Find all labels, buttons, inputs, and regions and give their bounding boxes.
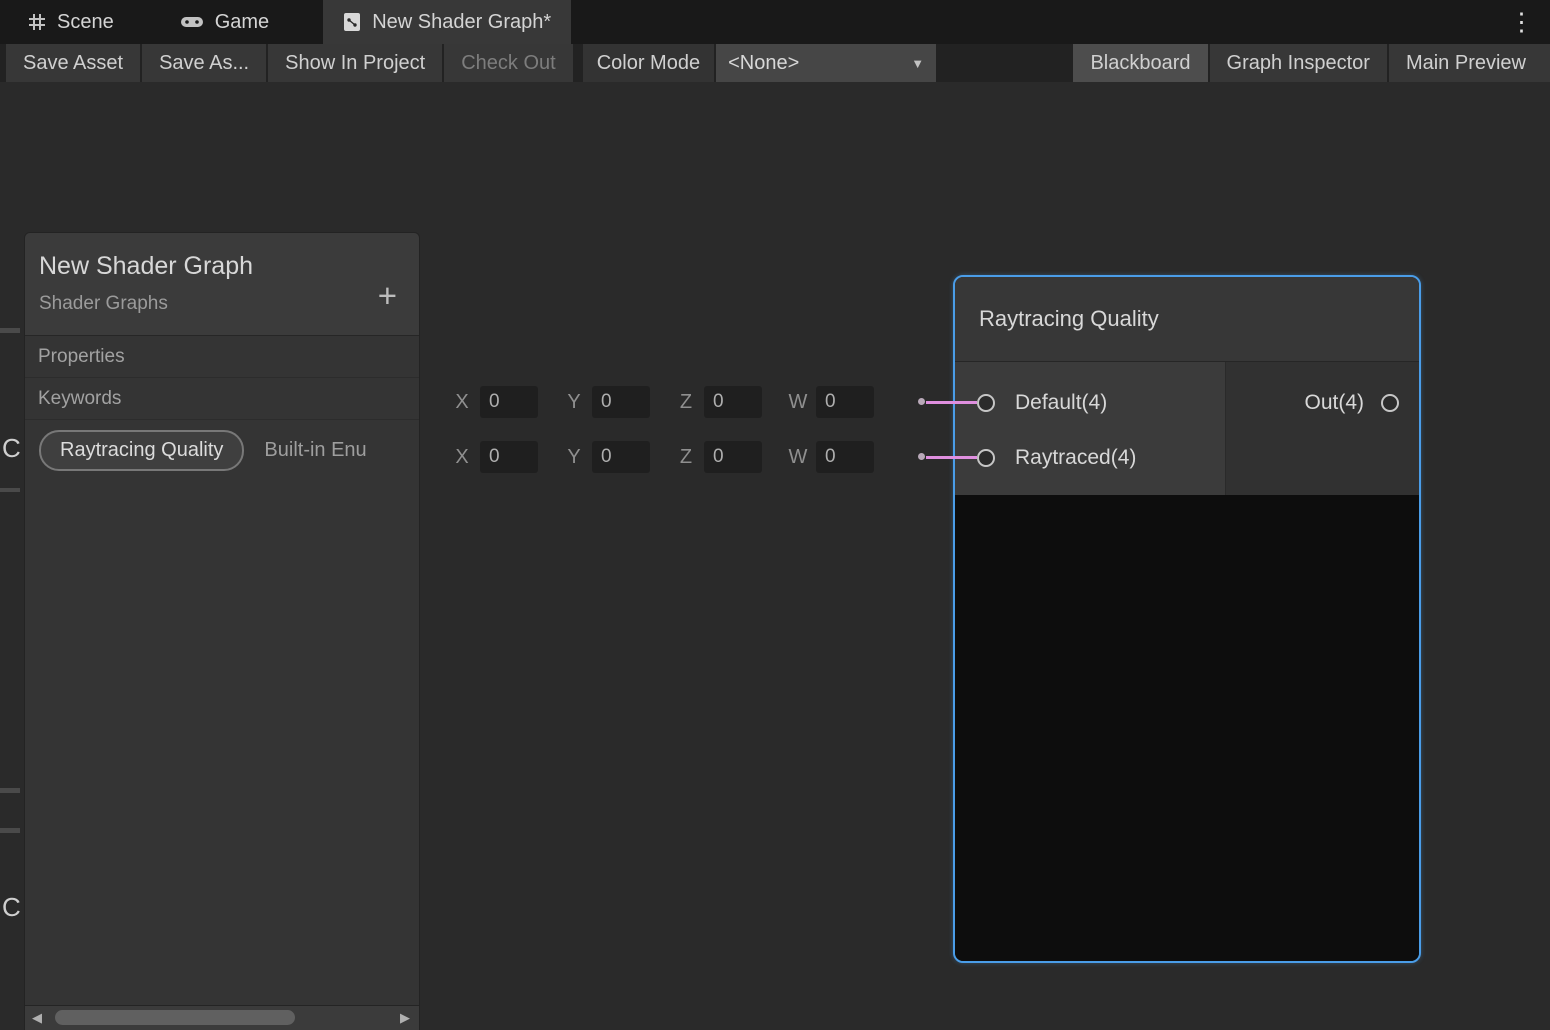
port-row-default: Default(4) (955, 375, 1225, 430)
node-title: Raytracing Quality (979, 306, 1159, 332)
main-preview-toggle-button[interactable]: Main Preview (1389, 44, 1550, 82)
vector-x-group: X 0 (450, 441, 538, 473)
scrollbar-thumb[interactable] (55, 1010, 295, 1025)
vector-y-group: Y 0 (562, 386, 650, 418)
keyword-type-label: Built-in Enu (264, 439, 366, 462)
vector-w-group: W 0 (786, 441, 874, 473)
tab-game-label: Game (215, 11, 269, 34)
vector-z-group: Z 0 (674, 441, 762, 473)
vector-w-label: W (786, 391, 810, 414)
blackboard-toggle-button[interactable]: Blackboard (1073, 44, 1207, 82)
vector-z-label: Z (674, 391, 698, 414)
shader-graph-icon (343, 12, 361, 32)
port-default-label: Default(4) (1015, 391, 1107, 415)
blackboard-horizontal-scrollbar[interactable]: ◀ ▶ (25, 1005, 419, 1030)
edge-connector-dot (918, 453, 925, 460)
vector-w-group: W 0 (786, 386, 874, 418)
clipped-node-fragment (0, 328, 20, 333)
node-preview (955, 495, 1419, 961)
vector-x-field[interactable]: 0 (480, 441, 538, 473)
check-out-button: Check Out (444, 44, 572, 82)
vector-y-field[interactable]: 0 (592, 441, 650, 473)
add-property-button[interactable]: + (378, 279, 397, 312)
scene-grid-icon (28, 13, 46, 31)
port-row-out: Out(4) (1226, 375, 1419, 430)
blackboard-section-properties[interactable]: Properties (25, 336, 419, 378)
vector-z-value: 0 (713, 446, 724, 468)
edge-connector-dot (918, 398, 925, 405)
window-menu-icon[interactable]: ⋮ (1509, 7, 1534, 37)
color-mode-label: Color Mode (583, 44, 714, 82)
clipped-node-fragment (0, 788, 20, 793)
port-out-label: Out(4) (1304, 391, 1364, 415)
show-in-project-button[interactable]: Show In Project (268, 44, 442, 82)
tab-game[interactable]: Game (160, 0, 289, 44)
save-asset-button[interactable]: Save Asset (6, 44, 140, 82)
edge-stub-raytraced[interactable] (926, 456, 977, 459)
gamepad-icon (180, 14, 204, 30)
vector-z-label: Z (674, 446, 698, 469)
vector-y-field[interactable]: 0 (592, 386, 650, 418)
graph-toolbar: Save Asset Save As... Show In Project Ch… (0, 44, 1550, 82)
tab-shader-graph-label: New Shader Graph* (372, 11, 551, 34)
vector-x-group: X 0 (450, 386, 538, 418)
vector-z-group: Z 0 (674, 386, 762, 418)
vector-x-field[interactable]: 0 (480, 386, 538, 418)
vector-z-value: 0 (713, 391, 724, 413)
save-as-button[interactable]: Save As... (142, 44, 266, 82)
vector-w-label: W (786, 446, 810, 469)
keyword-pill-raytracing-quality[interactable]: Raytracing Quality (39, 430, 244, 471)
output-port-icon[interactable] (1381, 394, 1399, 412)
vector4-raytraced-row: X 0 Y 0 Z 0 W 0 (450, 439, 898, 475)
port-row-raytraced: Raytraced(4) (955, 430, 1225, 485)
scroll-right-icon[interactable]: ▶ (400, 1010, 410, 1026)
vector-w-value: 0 (825, 446, 836, 468)
toolbar-right-group: Blackboard Graph Inspector Main Preview (1073, 44, 1550, 82)
clipped-node-fragment (0, 828, 20, 833)
color-mode-dropdown[interactable]: <None> ▼ (716, 44, 936, 82)
port-raytraced-label: Raytraced(4) (1015, 446, 1136, 470)
vector-y-value: 0 (601, 446, 612, 468)
input-port-icon[interactable] (977, 394, 995, 412)
node-ports: Default(4) Raytraced(4) Out(4) (955, 362, 1419, 495)
blackboard-title: New Shader Graph (39, 251, 403, 281)
blackboard-subtitle: Shader Graphs (39, 293, 403, 315)
vector4-default-row: X 0 Y 0 Z 0 W 0 (450, 384, 898, 420)
tab-shader-graph[interactable]: New Shader Graph* (323, 0, 571, 44)
input-port-icon[interactable] (977, 449, 995, 467)
scroll-left-icon[interactable]: ◀ (32, 1010, 42, 1026)
tab-scene-label: Scene (57, 11, 114, 34)
tab-bar: Scene Game New Shader Graph* ⋮ (0, 0, 1550, 44)
keyword-list-item: Raytracing Quality Built-in Enu (25, 430, 419, 471)
blackboard-header: New Shader Graph Shader Graphs + (25, 233, 419, 336)
vector-w-field[interactable]: 0 (816, 441, 874, 473)
clipped-node-fragment (0, 488, 20, 492)
node-header[interactable]: Raytracing Quality (955, 277, 1419, 362)
vector-x-label: X (450, 446, 474, 469)
vector-y-value: 0 (601, 391, 612, 413)
tab-scene[interactable]: Scene (8, 0, 134, 44)
raytracing-quality-node[interactable]: Raytracing Quality Default(4) Raytraced(… (953, 275, 1421, 963)
vector-w-field[interactable]: 0 (816, 386, 874, 418)
vector-x-value: 0 (489, 391, 500, 413)
vector-z-field[interactable]: 0 (704, 386, 762, 418)
clipped-node-title-fragment: C (2, 433, 21, 464)
vector-x-label: X (450, 391, 474, 414)
vector-z-field[interactable]: 0 (704, 441, 762, 473)
vector-x-value: 0 (489, 446, 500, 468)
blackboard-panel: New Shader Graph Shader Graphs + Propert… (24, 232, 420, 1030)
node-input-ports: Default(4) Raytraced(4) (955, 362, 1225, 495)
graph-inspector-toggle-button[interactable]: Graph Inspector (1210, 44, 1387, 82)
vector-y-label: Y (562, 391, 586, 414)
shader-graph-window: Scene Game New Shader Graph* ⋮ Save Asse… (0, 0, 1550, 1030)
vector-y-group: Y 0 (562, 441, 650, 473)
color-mode-value: <None> (728, 52, 799, 75)
edge-stub-default[interactable] (926, 401, 977, 404)
vector-y-label: Y (562, 446, 586, 469)
vector-w-value: 0 (825, 391, 836, 413)
chevron-down-icon: ▼ (911, 56, 924, 71)
clipped-node-title-fragment: C (2, 892, 21, 923)
blackboard-section-keywords[interactable]: Keywords (25, 378, 419, 420)
node-output-ports: Out(4) (1225, 362, 1419, 495)
